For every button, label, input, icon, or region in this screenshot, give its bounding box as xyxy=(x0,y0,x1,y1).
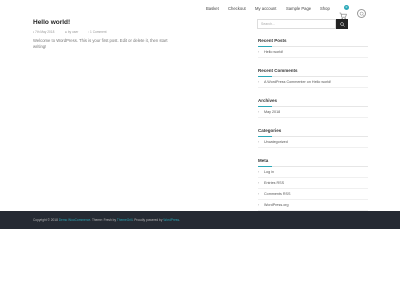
archive-link[interactable]: May 2018 xyxy=(264,110,280,114)
meta-wordpress-link[interactable]: WordPress.org xyxy=(264,203,289,207)
top-navigation: Basket Checkout My account Sample Page S… xyxy=(0,4,400,20)
widget-recent-posts: Recent Posts Hello world! xyxy=(258,38,368,58)
recent-post-link[interactable]: Hello world! xyxy=(264,50,283,54)
search-icon xyxy=(359,11,365,17)
list-item[interactable]: May 2018 xyxy=(258,107,368,118)
user-icon: ● xyxy=(65,30,67,34)
sidebar-search-input[interactable]: Search... xyxy=(257,19,336,29)
footer-theme-text: Theme: Fresh by xyxy=(91,218,117,222)
footer-copyright: Copyright © 2018 xyxy=(33,218,58,222)
widget-title: Meta xyxy=(258,158,368,167)
comment-icon: ▫ xyxy=(88,30,90,34)
widget-archives: Archives May 2018 xyxy=(258,98,368,118)
widget-title: Archives xyxy=(258,98,368,107)
comment-post-link[interactable]: Hello world! xyxy=(312,80,331,84)
search-icon xyxy=(339,21,345,27)
footer-proudly-text: Proudly powered by xyxy=(134,218,163,222)
post-body: Welcome to WordPress. This is your first… xyxy=(33,38,168,49)
nav-checkout[interactable]: Checkout xyxy=(228,6,246,11)
widget-meta: Meta Log in Entries RSS Comments RSS Wor… xyxy=(258,158,368,211)
cart-button[interactable]: 0 xyxy=(339,5,349,20)
meta-comments-rss-link[interactable]: Comments RSS xyxy=(264,192,290,196)
category-link[interactable]: Uncategorized xyxy=(264,140,288,144)
list-item[interactable]: Uncategorized xyxy=(258,137,368,148)
comment-author-link[interactable]: A WordPress Commenter xyxy=(264,80,306,84)
widget-title: Categories xyxy=(258,128,368,137)
footer-wordpress-link[interactable]: WordPress xyxy=(163,218,179,222)
footer-site-link[interactable]: Demo WooCommerce xyxy=(59,218,90,222)
post-date[interactable]: ▪ 7th May 2018 xyxy=(33,30,54,34)
nav-my-account[interactable]: My account xyxy=(255,6,276,11)
site-footer: Copyright © 2018 Demo WooCommerce. Theme… xyxy=(0,211,400,229)
post-comments[interactable]: ▫ 1 Comment xyxy=(88,30,107,34)
cart-count-badge: 0 xyxy=(344,5,349,10)
list-item[interactable]: WordPress.org xyxy=(258,200,368,211)
widget-recent-comments: Recent Comments A WordPress Commenter on… xyxy=(258,68,368,88)
post-date-label: 7th May 2018 xyxy=(35,30,55,34)
widget-categories: Categories Uncategorized xyxy=(258,128,368,148)
widget-title: Recent Comments xyxy=(258,68,368,77)
search-toggle-button[interactable] xyxy=(357,9,366,18)
post-comments-label: 1 Comment xyxy=(90,30,107,34)
nav-shop[interactable]: Shop xyxy=(320,6,330,11)
calendar-icon: ▪ xyxy=(33,30,35,34)
meta-login-link[interactable]: Log in xyxy=(264,170,274,174)
post-title[interactable]: Hello world! xyxy=(33,19,70,26)
post-author[interactable]: ● by user xyxy=(65,30,78,34)
list-item[interactable]: Entries RSS xyxy=(258,178,368,189)
comment-on-text: on xyxy=(306,80,311,84)
footer-theme-author-link[interactable]: ThemeGrill xyxy=(117,218,133,222)
list-item: A WordPress Commenter on Hello world! xyxy=(258,77,368,88)
nav-sample-page[interactable]: Sample Page xyxy=(286,6,311,11)
list-item[interactable]: Log in xyxy=(258,167,368,178)
sidebar-search-button[interactable] xyxy=(336,19,348,29)
post-author-label: by user xyxy=(67,30,79,34)
meta-entries-rss-link[interactable]: Entries RSS xyxy=(264,181,284,185)
nav-basket[interactable]: Basket xyxy=(206,6,219,11)
footer-credits: Copyright © 2018 Demo WooCommerce. Theme… xyxy=(33,218,180,222)
widget-title: Recent Posts xyxy=(258,38,368,47)
list-item[interactable]: Hello world! xyxy=(258,47,368,58)
list-item[interactable]: Comments RSS xyxy=(258,189,368,200)
